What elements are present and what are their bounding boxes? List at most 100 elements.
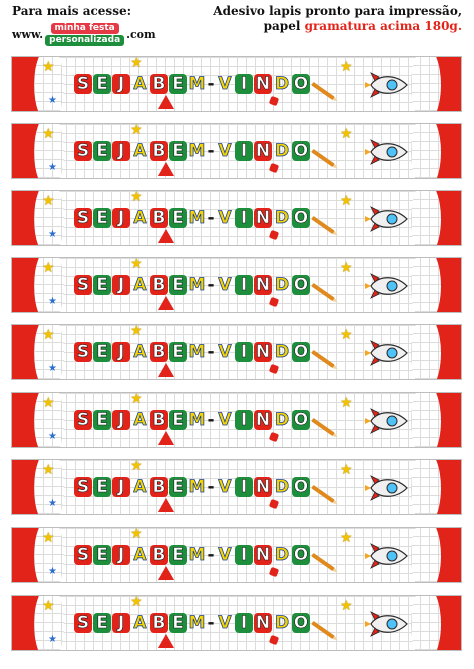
- star-icon: ★: [130, 392, 143, 407]
- welcome-letter: V: [218, 342, 232, 363]
- welcome-letter: A: [133, 208, 147, 229]
- welcome-letter: E: [93, 477, 111, 497]
- welcome-letter: A: [133, 477, 147, 498]
- ruler-triangle-icon: [158, 296, 174, 310]
- welcome-letter: D: [274, 275, 290, 296]
- welcome-letter: D: [274, 208, 290, 229]
- welcome-letter: V: [218, 141, 232, 162]
- welcome-letter: N: [254, 477, 272, 497]
- welcome-text: SEJABEM-VINDO: [74, 545, 310, 565]
- welcome-letter: J: [112, 342, 130, 362]
- star-icon: ★: [340, 462, 353, 478]
- welcome-letter: -: [207, 477, 215, 497]
- welcome-letter: E: [169, 275, 187, 295]
- welcome-letter: A: [133, 410, 147, 431]
- sticker-strip: ★ ★ ★ ★ SEJABEM-VINDO: [11, 190, 462, 246]
- welcome-letter: N: [254, 141, 272, 161]
- welcome-letter: A: [133, 613, 147, 634]
- star-icon: ★: [130, 190, 143, 205]
- ruler-triangle-icon: [158, 162, 174, 176]
- welcome-letter: J: [112, 208, 130, 228]
- red-end-right: [411, 393, 461, 447]
- red-end-right: [411, 258, 461, 312]
- ruler-triangle-icon: [158, 431, 174, 445]
- site-link[interactable]: www. minha festa personalizada .com: [12, 23, 156, 46]
- welcome-letter: O: [292, 613, 310, 633]
- welcome-letter: N: [254, 410, 272, 430]
- welcome-letter: B: [150, 477, 168, 497]
- ruler-triangle-icon: [158, 95, 174, 109]
- welcome-text: SEJABEM-VINDO: [74, 275, 310, 295]
- sticker-strip: ★ ★ ★ ★ SEJABEM-VINDO: [11, 324, 462, 380]
- star-icon: ★: [48, 95, 57, 106]
- welcome-letter: V: [218, 613, 232, 634]
- star-icon: ★: [48, 566, 57, 577]
- star-icon: ★: [130, 56, 143, 71]
- welcome-letter: I: [235, 141, 253, 161]
- eraser-icon: [268, 296, 280, 308]
- welcome-letter: V: [218, 275, 232, 296]
- welcome-letter: E: [93, 208, 111, 228]
- red-end-right: [411, 191, 461, 245]
- red-end-right: [411, 460, 461, 514]
- welcome-letter: -: [207, 613, 215, 633]
- star-icon: ★: [42, 126, 55, 142]
- star-icon: ★: [340, 530, 353, 546]
- rocket-icon: [365, 206, 408, 232]
- welcome-letter: I: [235, 410, 253, 430]
- welcome-letter: M: [188, 74, 206, 95]
- welcome-letter: E: [169, 545, 187, 565]
- welcome-letter: -: [207, 275, 215, 295]
- pencil-icon: [311, 620, 335, 640]
- star-icon: ★: [48, 498, 57, 509]
- star-icon: ★: [340, 126, 353, 142]
- red-end-right: [411, 596, 461, 650]
- instructions-prefix: papel: [263, 19, 305, 33]
- star-icon: ★: [42, 327, 55, 343]
- welcome-text: SEJABEM-VINDO: [74, 141, 310, 161]
- eraser-icon: [268, 498, 280, 510]
- eraser-icon: [268, 431, 280, 443]
- sticker-strip: ★ ★ ★ ★ SEJABEM-VINDO: [11, 392, 462, 448]
- header-left-title: Para mais acesse:: [12, 4, 132, 18]
- rocket-icon: [365, 273, 408, 299]
- welcome-letter: E: [93, 275, 111, 295]
- welcome-letter: -: [207, 74, 215, 94]
- welcome-letter: S: [74, 342, 92, 362]
- welcome-letter: E: [169, 410, 187, 430]
- ruler-triangle-icon: [158, 229, 174, 243]
- star-icon: ★: [42, 193, 55, 209]
- pencil-icon: [311, 215, 335, 235]
- welcome-letter: E: [93, 342, 111, 362]
- eraser-icon: [268, 634, 280, 646]
- star-icon: ★: [340, 59, 353, 75]
- welcome-letter: O: [292, 477, 310, 497]
- welcome-letter: J: [112, 275, 130, 295]
- welcome-letter: O: [292, 208, 310, 228]
- welcome-text: SEJABEM-VINDO: [74, 342, 310, 362]
- welcome-letter: S: [74, 410, 92, 430]
- star-icon: ★: [340, 327, 353, 343]
- welcome-letter: E: [93, 613, 111, 633]
- star-icon: ★: [42, 462, 55, 478]
- welcome-letter: V: [218, 545, 232, 566]
- welcome-letter: S: [74, 275, 92, 295]
- star-icon: ★: [48, 431, 57, 442]
- welcome-letter: M: [188, 545, 206, 566]
- welcome-letter: D: [274, 613, 290, 634]
- welcome-letter: D: [274, 342, 290, 363]
- welcome-letter: M: [188, 410, 206, 431]
- welcome-letter: V: [218, 208, 232, 229]
- welcome-letter: B: [150, 74, 168, 94]
- red-end-right: [411, 124, 461, 178]
- star-icon: ★: [340, 260, 353, 276]
- sticker-strip: ★ ★ ★ ★ SEJABEM-VINDO: [11, 123, 462, 179]
- welcome-letter: J: [112, 74, 130, 94]
- welcome-text: SEJABEM-VINDO: [74, 410, 310, 430]
- welcome-letter: E: [93, 410, 111, 430]
- star-icon: ★: [130, 595, 143, 610]
- welcome-letter: B: [150, 613, 168, 633]
- welcome-letter: -: [207, 410, 215, 430]
- welcome-letter: N: [254, 275, 272, 295]
- welcome-letter: N: [254, 613, 272, 633]
